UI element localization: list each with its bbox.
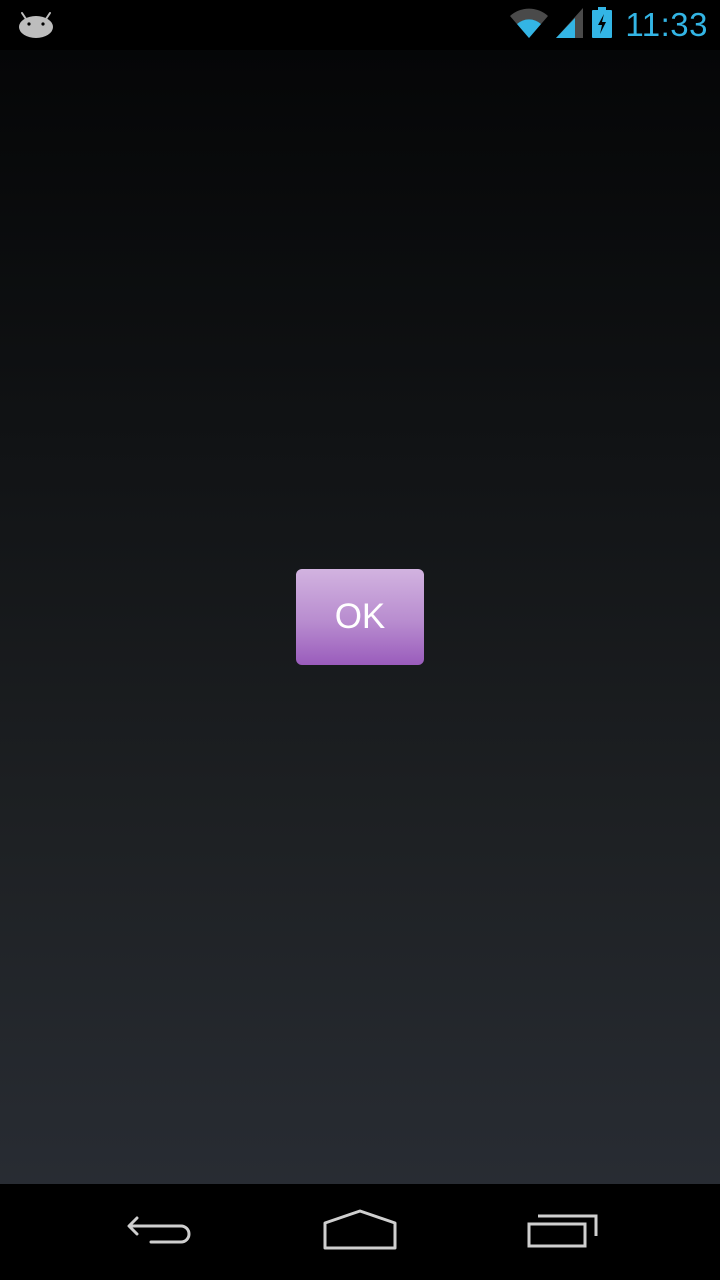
back-icon — [125, 1210, 195, 1255]
navigation-bar — [0, 1184, 720, 1280]
cell-signal-icon — [555, 7, 585, 44]
ok-button-label: OK — [334, 597, 386, 636]
wifi-icon — [509, 7, 549, 44]
back-button[interactable] — [110, 1202, 210, 1262]
status-bar: 11:33 — [0, 0, 720, 50]
home-icon — [322, 1209, 398, 1256]
battery-charging-icon — [591, 6, 613, 44]
recent-apps-button[interactable] — [512, 1202, 612, 1262]
android-icon — [16, 10, 56, 40]
device-screen: 11:33 OK — [0, 0, 720, 1280]
status-clock: 11:33 — [625, 6, 708, 43]
ok-button[interactable]: OK — [296, 569, 424, 665]
app-content: OK — [0, 50, 720, 1184]
home-button[interactable] — [310, 1202, 410, 1262]
status-icons: 11:33 — [509, 0, 708, 50]
recent-apps-icon — [526, 1210, 598, 1255]
